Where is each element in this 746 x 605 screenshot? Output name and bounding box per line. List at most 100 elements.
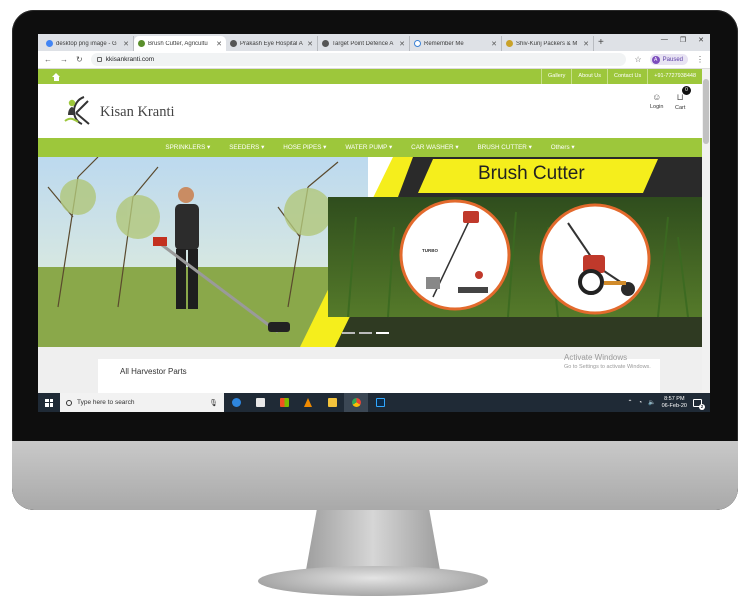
desktop-photo: desktop png image - G ✕ Brush Cutter, Ag… (0, 0, 746, 605)
taskbar-app-chrome[interactable] (344, 393, 368, 412)
cart-icon: ⊔ 0 (675, 86, 691, 103)
browser-tab[interactable]: Target Point Defence A ✕ (318, 36, 410, 51)
browser-toolbar: ← → ↻ kkisankranti.com ☆ A Paused ⋮ (38, 51, 710, 69)
chrome-icon (351, 398, 361, 407)
windows-taskbar: Type here to search 🎙 ⌃ ◔ 🔈 8:57 PM 06-F… (38, 393, 710, 412)
notification-count-badge: 2 (699, 403, 705, 410)
nav-item-sprinklers[interactable]: SPRINKLERS ▾ (165, 144, 210, 151)
profile-button[interactable]: A Paused (649, 54, 688, 65)
toplink-phone[interactable]: +91-7727938448 (647, 69, 702, 84)
windows-logo-icon (45, 398, 53, 407)
main-nav: SPRINKLERS ▾ SEEDERS ▾ HOSE PIPES ▾ WATE… (38, 138, 702, 157)
activate-windows-watermark: Activate Windows Go to Settings to activ… (564, 353, 651, 370)
taskbar-search-box[interactable]: Type here to search 🎙 (60, 393, 224, 412)
close-tab-icon[interactable]: ✕ (399, 40, 405, 48)
carousel-dot[interactable] (359, 332, 372, 334)
browser-tab[interactable]: desktop png image - G ✕ (42, 36, 134, 51)
page-scrollbar[interactable] (702, 69, 710, 393)
section-title: All Harvestor Parts (120, 367, 187, 376)
edge-icon (231, 398, 241, 407)
photoshop-icon (375, 398, 385, 407)
vlc-cone-icon (304, 398, 312, 407)
store-icon (279, 398, 289, 407)
user-icon: ☺ (652, 92, 662, 102)
nav-item-hose-pipes[interactable]: HOSE PIPES ▾ (283, 144, 326, 151)
cart-count-badge: 0 (682, 86, 691, 95)
nav-item-others[interactable]: Others ▾ (551, 144, 575, 151)
start-button[interactable] (38, 393, 60, 412)
taskbar-app-photoshop[interactable] (368, 393, 392, 412)
clock[interactable]: 8:57 PM 06-Feb-20 (662, 396, 687, 410)
close-window-icon[interactable]: ✕ (698, 36, 704, 44)
browser-tab[interactable]: Remember Me ✕ (410, 36, 502, 51)
close-tab-icon[interactable]: ✕ (216, 40, 222, 48)
reload-icon[interactable]: ↻ (76, 55, 83, 64)
notifications-icon[interactable]: 2 (693, 398, 705, 410)
avatar: A (651, 55, 660, 64)
address-bar[interactable]: kkisankranti.com (90, 53, 627, 66)
taskbar-app-edge[interactable] (224, 393, 248, 412)
taskbar-app-mail[interactable] (248, 393, 272, 412)
system-tray: ⌃ ◔ 🔈 8:57 PM 06-Feb-20 2 (627, 396, 710, 410)
minimize-icon[interactable]: — (661, 36, 668, 44)
hero-banner[interactable]: Brush Cutter TURBO (38, 157, 702, 347)
nav-item-seeders[interactable]: SEEDERS ▾ (229, 144, 264, 151)
chevron-up-icon[interactable]: ⌃ (627, 399, 632, 406)
folder-icon (327, 398, 337, 407)
scrollbar-thumb[interactable] (703, 79, 709, 144)
google-icon (46, 40, 53, 47)
taskbar-app-file-explorer[interactable] (320, 393, 344, 412)
mail-icon (255, 398, 265, 407)
taskbar-app-store[interactable] (272, 393, 296, 412)
carousel-dot-active[interactable] (376, 332, 389, 334)
nav-item-brush-cutter[interactable]: BRUSH CUTTER ▾ (478, 144, 532, 151)
toplink-contact[interactable]: Contact Us (607, 69, 647, 84)
login-link[interactable]: ☺ Login (650, 92, 663, 110)
profile-status: Paused (662, 56, 683, 63)
back-icon[interactable]: ← (44, 55, 52, 64)
site-favicon-icon (138, 40, 145, 47)
monitor-stand-base (258, 566, 488, 596)
window-controls: — ❐ ✕ (661, 36, 704, 44)
volume-icon[interactable]: 🔈 (648, 399, 655, 406)
logo-text[interactable]: Kisan Kranti (100, 104, 175, 121)
toplink-gallery[interactable]: Gallery (540, 69, 571, 84)
home-icon[interactable] (52, 72, 61, 81)
maximize-icon[interactable]: ❐ (680, 36, 686, 44)
carousel-dot[interactable] (342, 332, 355, 334)
close-tab-icon[interactable]: ✕ (307, 40, 313, 48)
microphone-icon[interactable]: 🎙 (209, 399, 218, 407)
close-tab-icon[interactable]: ✕ (491, 40, 497, 48)
browser-tab[interactable]: Prakash Eye Hospital A ✕ (226, 36, 318, 51)
site-top-strip: Gallery About Us Contact Us +91-77279384… (38, 69, 702, 84)
monitor-stand (306, 510, 440, 570)
network-icon[interactable]: ◔ (639, 400, 643, 406)
bookmark-star-icon[interactable]: ☆ (634, 55, 641, 64)
top-links: Gallery About Us Contact Us +91-77279384… (540, 69, 702, 84)
forward-icon[interactable]: → (60, 55, 68, 64)
search-icon (66, 399, 72, 406)
hero-image (38, 157, 702, 347)
menu-kebab-icon[interactable]: ⋮ (696, 55, 704, 64)
cart-link[interactable]: ⊔ 0 Cart (675, 86, 691, 111)
lock-icon (96, 57, 102, 62)
browser-tab-active[interactable]: Brush Cutter, Agricultu ✕ (134, 36, 226, 51)
search-placeholder: Type here to search (77, 399, 135, 406)
globe-icon (230, 40, 237, 47)
logo-mark-icon[interactable] (62, 93, 96, 127)
nav-item-water-pump[interactable]: WATER PUMP ▾ (345, 144, 392, 151)
site-favicon-icon (506, 40, 513, 47)
site-header: Kisan Kranti ☺ Login ⊔ 0 Cart (38, 84, 702, 138)
close-tab-icon[interactable]: ✕ (583, 40, 589, 48)
screen: desktop png image - G ✕ Brush Cutter, Ag… (38, 34, 710, 412)
nav-item-car-washer[interactable]: CAR WASHER ▾ (411, 144, 458, 151)
toplink-about[interactable]: About Us (571, 69, 607, 84)
globe-icon (322, 40, 329, 47)
loading-icon (414, 40, 421, 47)
monitor-chin (12, 441, 738, 510)
browser-tab[interactable]: Shiv-Kunj Packers & M ✕ (502, 36, 594, 51)
close-tab-icon[interactable]: ✕ (123, 40, 129, 48)
taskbar-app-vlc[interactable] (296, 393, 320, 412)
hero-title: Brush Cutter (478, 163, 585, 184)
new-tab-icon[interactable]: + (598, 36, 604, 51)
